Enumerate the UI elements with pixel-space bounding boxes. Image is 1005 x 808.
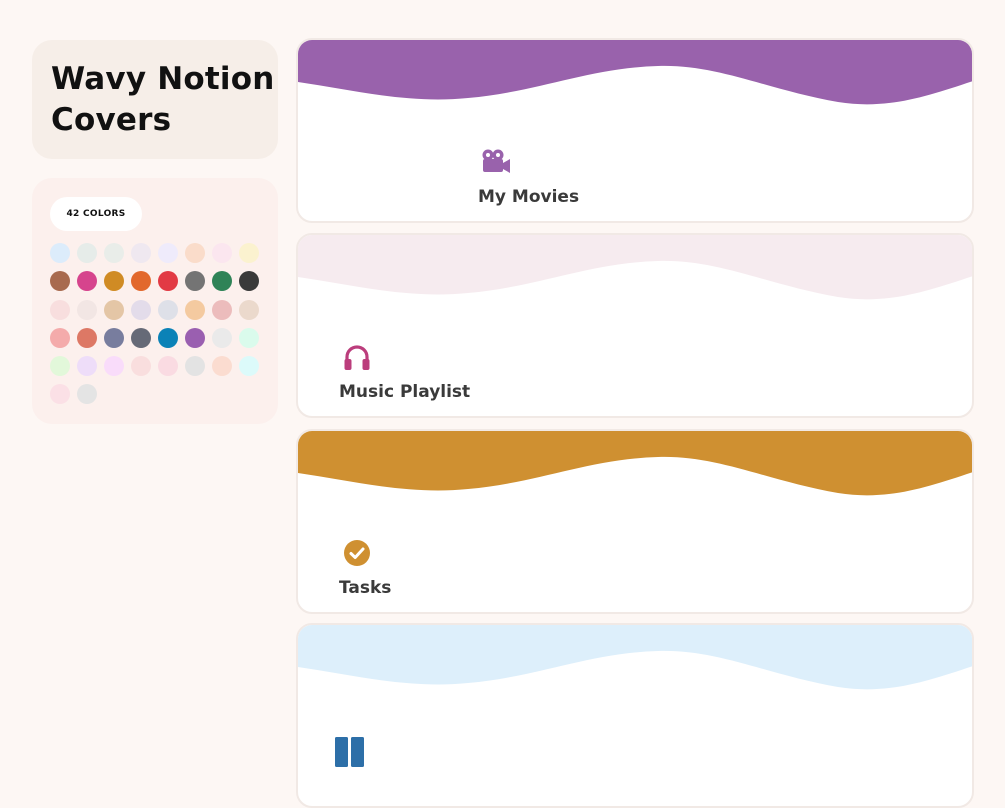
cover-card-music-playlist[interactable]: Music Playlist — [296, 233, 974, 418]
color-swatch[interactable] — [158, 299, 178, 320]
color-swatch[interactable] — [50, 356, 70, 377]
color-swatch[interactable] — [185, 356, 205, 377]
color-swatch[interactable] — [131, 356, 151, 377]
color-swatch[interactable] — [50, 327, 70, 348]
page-title: Wavy Notion Covers — [51, 59, 278, 141]
wave-shape — [298, 40, 972, 105]
card-title: My Movies — [478, 187, 580, 207]
color-swatch[interactable] — [212, 299, 232, 320]
colors-count-badge: 42 COLORS — [50, 197, 142, 231]
title-card: Wavy Notion Covers — [32, 40, 278, 159]
cover-card-tasks[interactable]: Tasks — [296, 429, 974, 614]
color-swatch[interactable] — [50, 271, 70, 292]
color-swatch[interactable] — [104, 299, 124, 320]
color-swatch[interactable] — [239, 327, 259, 348]
color-swatch[interactable] — [185, 243, 205, 263]
cover-card-my-movies[interactable]: My Movies — [296, 38, 974, 223]
card-title: Tasks — [339, 578, 392, 598]
color-swatch[interactable] — [131, 243, 151, 263]
color-swatch-grid — [50, 243, 266, 405]
wave-shape — [298, 431, 972, 496]
color-swatch[interactable] — [212, 243, 232, 263]
color-swatch[interactable] — [158, 356, 178, 377]
color-swatch[interactable] — [212, 271, 232, 292]
check-circle-icon — [344, 540, 370, 566]
wave-banner — [298, 625, 972, 690]
wave-banner — [298, 40, 972, 105]
color-swatch[interactable] — [185, 299, 205, 320]
book-icon — [335, 737, 364, 767]
card-title: Music Playlist — [339, 382, 471, 402]
color-swatch[interactable] — [77, 299, 97, 320]
color-swatch[interactable] — [77, 327, 97, 348]
color-swatch[interactable] — [77, 356, 97, 377]
color-swatch[interactable] — [212, 327, 232, 348]
color-swatch[interactable] — [77, 243, 97, 263]
wave-shape — [298, 625, 972, 690]
color-swatch[interactable] — [77, 384, 97, 405]
color-swatch[interactable] — [158, 327, 178, 348]
color-swatch[interactable] — [185, 271, 205, 292]
color-swatch[interactable] — [131, 299, 151, 320]
color-swatch[interactable] — [104, 243, 124, 263]
color-swatch[interactable] — [158, 243, 178, 263]
movie-camera-icon — [482, 149, 510, 173]
color-palette-card: 42 COLORS — [32, 178, 278, 424]
wave-banner — [298, 431, 972, 496]
page-title-line-2: Covers — [51, 102, 172, 138]
color-swatch[interactable] — [77, 271, 97, 292]
color-swatch[interactable] — [239, 299, 259, 320]
color-swatch[interactable] — [239, 271, 259, 292]
color-swatch[interactable] — [104, 356, 124, 377]
color-swatch[interactable] — [50, 384, 70, 405]
color-swatch[interactable] — [131, 271, 151, 292]
color-swatch[interactable] — [239, 356, 259, 377]
wave-shape — [298, 235, 972, 300]
color-swatch[interactable] — [131, 327, 151, 348]
color-swatch[interactable] — [239, 243, 259, 263]
color-swatch[interactable] — [158, 271, 178, 292]
color-swatch[interactable] — [185, 327, 205, 348]
color-swatch[interactable] — [104, 327, 124, 348]
color-swatch[interactable] — [212, 356, 232, 377]
page-title-line-1: Wavy Notion — [51, 61, 275, 97]
cover-card-reading[interactable] — [296, 623, 974, 808]
headphones-icon — [344, 345, 370, 370]
color-swatch[interactable] — [50, 299, 70, 320]
color-swatch[interactable] — [104, 271, 124, 292]
color-swatch[interactable] — [50, 243, 70, 263]
